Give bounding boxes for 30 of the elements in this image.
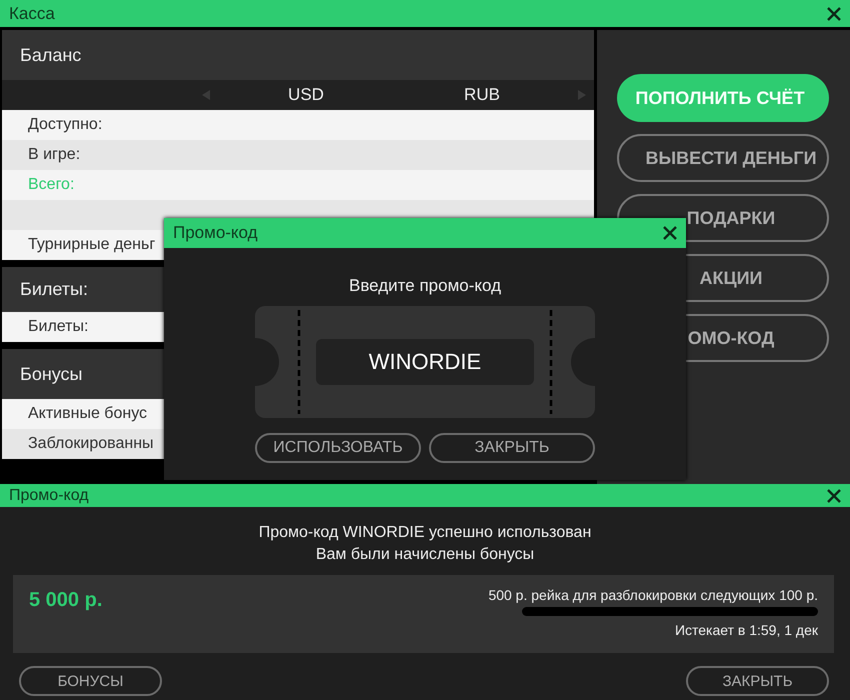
- requirement-text: 500 р. рейка для разблокировки следующих 100 р.: [488, 587, 818, 603]
- promo-code-field[interactable]: WINORDIE: [316, 339, 534, 385]
- currency-label: RUB: [463, 85, 501, 105]
- window-title: Промо-код: [173, 223, 258, 243]
- row-label: Турнирные деньг: [28, 236, 156, 254]
- section-title: Бонусы: [20, 364, 82, 384]
- row-label: Активные бонус: [28, 405, 148, 423]
- expiry-text: Истекает в 1:59, 1 дек: [674, 622, 818, 638]
- row-label: Билеты:: [28, 318, 88, 336]
- bonus-amount: 5 000 р.: [29, 589, 102, 613]
- row-label: Заблокированны: [28, 435, 154, 453]
- row-label: В игре:: [28, 146, 80, 164]
- currency-label: USD: [287, 85, 325, 105]
- row-label: Доступно:: [28, 116, 102, 134]
- row-label: Всего:: [28, 176, 74, 194]
- close-icon: [826, 6, 842, 22]
- panel-button[interactable]: ЗАКРЫТЬ: [686, 666, 829, 696]
- dialog-button[interactable]: ИСПОЛЬЗОВАТЬ: [255, 433, 421, 463]
- close-icon: [826, 488, 842, 504]
- message-text: Промо-код WINORDIE успешно использован: [258, 523, 592, 543]
- message-text: Вам были начислены бонусы: [314, 545, 536, 565]
- window-title: Промо-код: [9, 486, 89, 504]
- panel-button[interactable]: БОНУСЫ: [19, 666, 162, 696]
- action-button[interactable]: ВЫВЕСТИ ДЕНЬГИ: [617, 134, 829, 182]
- window-title: Касса: [9, 4, 55, 24]
- prompt-text: Введите промо-код: [348, 276, 502, 296]
- section-title: Билеты:: [20, 279, 88, 300]
- section-title: Баланс: [20, 44, 82, 66]
- close-icon: [662, 225, 678, 241]
- dialog-button[interactable]: ЗАКРЫТЬ: [429, 433, 595, 463]
